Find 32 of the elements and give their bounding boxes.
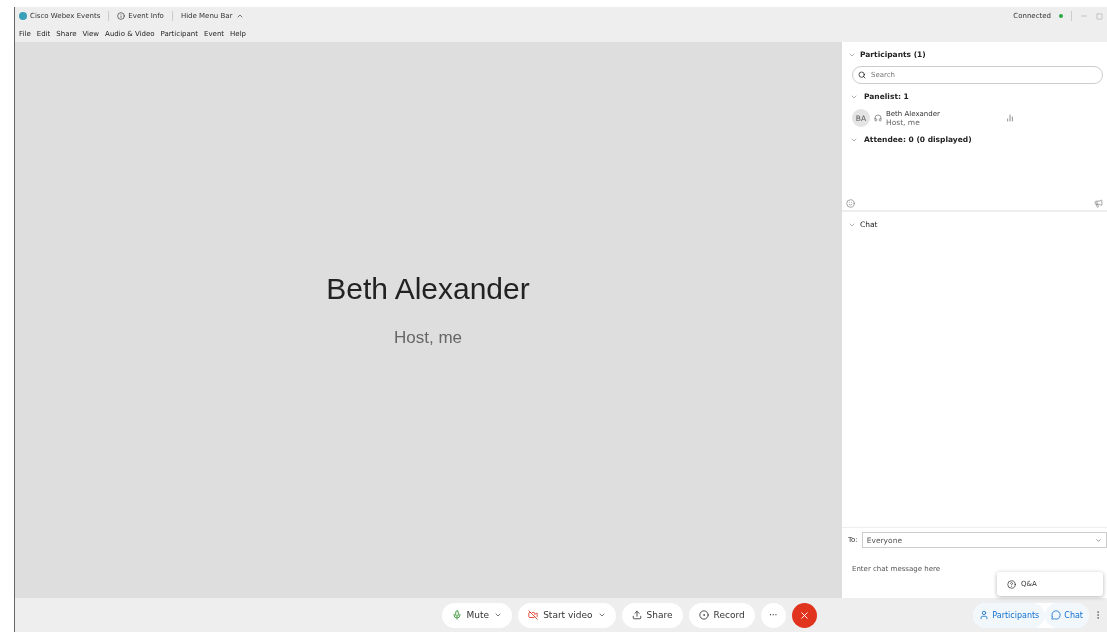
info-icon [117, 12, 126, 20]
restore-icon[interactable] [1096, 12, 1103, 20]
webex-logo-icon [19, 12, 27, 20]
emoji-icon [846, 198, 855, 208]
more-button[interactable]: ··· [760, 602, 786, 628]
chat-icon [1051, 610, 1062, 620]
status-dot-icon [1059, 14, 1063, 18]
chat-tab[interactable]: Chat [1045, 602, 1089, 628]
participants-tab[interactable]: Participants [973, 602, 1046, 628]
record-icon [698, 610, 709, 620]
mute-button[interactable]: Mute [441, 602, 513, 628]
chevron-icon [597, 611, 606, 619]
leave-button[interactable] [791, 602, 817, 628]
share-button[interactable]: Share [621, 602, 683, 628]
question-icon [1007, 579, 1016, 589]
chevron-icon [494, 611, 503, 619]
video-button[interactable]: Start video [518, 602, 616, 628]
minimize-icon[interactable] [1080, 12, 1088, 20]
video-off-icon [528, 610, 539, 620]
chevron-icon [1095, 536, 1102, 544]
person-icon [979, 610, 990, 620]
signal-icon [1006, 114, 1014, 122]
close-icon [798, 609, 810, 621]
search-icon [858, 71, 866, 79]
participant-name: Beth Alexander [326, 272, 530, 306]
chevron-up-icon [235, 12, 244, 20]
participant-role: Host, me [394, 328, 462, 348]
microphone-icon [451, 610, 462, 620]
headset-icon [874, 114, 882, 122]
megaphone-icon [1094, 198, 1103, 208]
record-button[interactable]: Record [688, 602, 755, 628]
share-icon [631, 610, 642, 620]
